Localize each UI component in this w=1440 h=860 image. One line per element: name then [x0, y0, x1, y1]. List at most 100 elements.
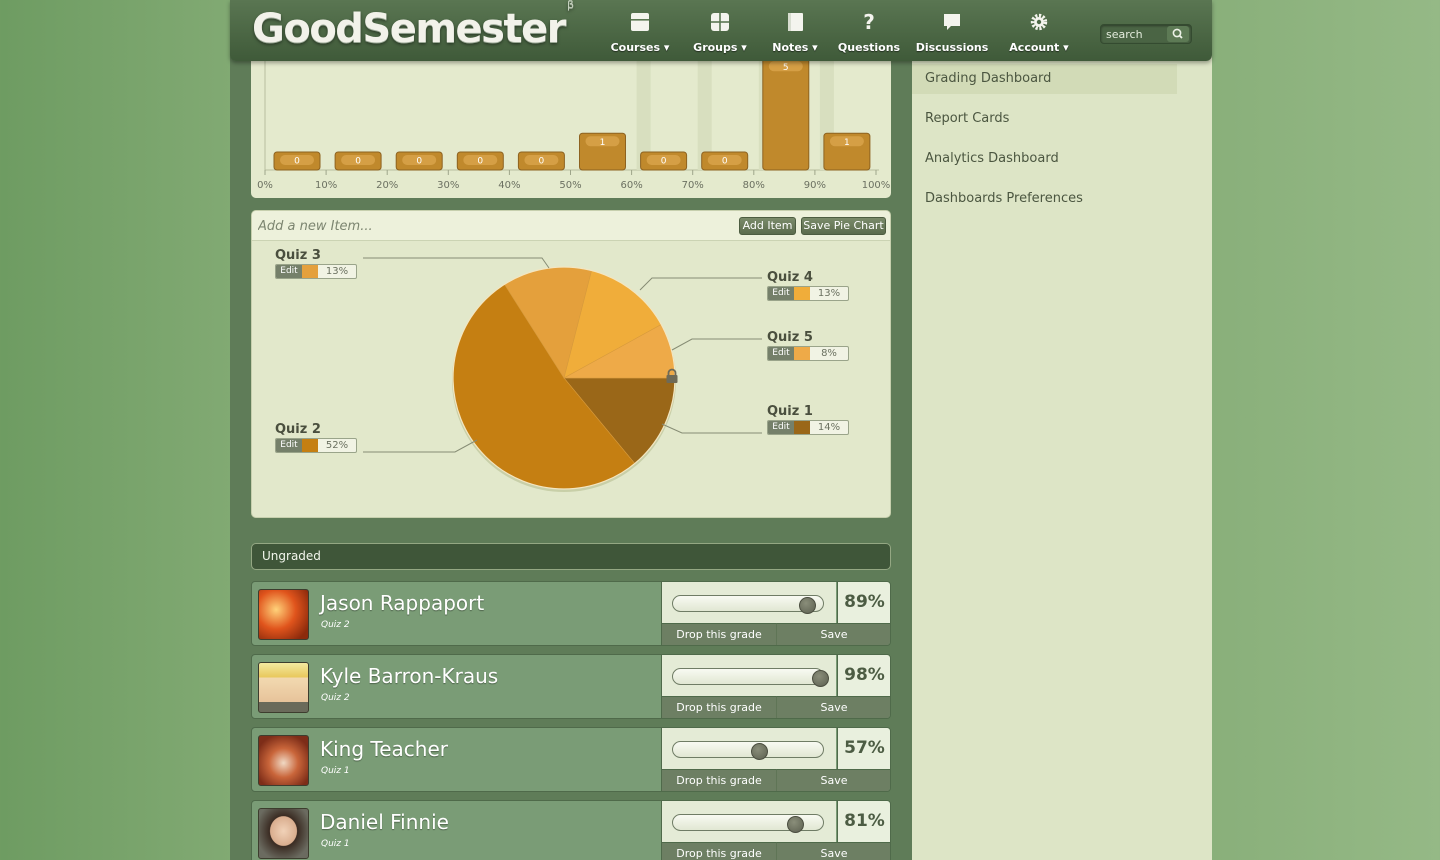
drop-grade-button[interactable]: Drop this grade [661, 623, 776, 645]
color-swatch[interactable] [302, 265, 318, 278]
drop-grade-button[interactable]: Drop this grade [661, 696, 776, 718]
chevron-down-icon: ▾ [812, 41, 818, 54]
nav-account-label: Account [1009, 41, 1060, 54]
grade-slider[interactable] [672, 814, 824, 833]
pie-label-pct: 13% [325, 266, 349, 277]
sidebar-item-analytics-dashboard[interactable]: Analytics Dashboard [912, 144, 1177, 174]
notes-icon [788, 13, 803, 31]
student-row: Kyle Barron-Kraus Quiz 2 98% Drop this g… [251, 654, 891, 719]
sidebar-item-report-cards[interactable]: Report Cards [912, 104, 1177, 134]
pie-label-pct: 14% [817, 422, 841, 433]
chevron-down-icon: ▾ [663, 41, 670, 54]
nav-discussions[interactable]: Discussions [908, 8, 996, 54]
color-swatch[interactable] [794, 287, 810, 300]
slider-handle[interactable] [750, 743, 768, 760]
grade-percent: 81% [837, 801, 890, 842]
grade-slider[interactable] [672, 741, 824, 760]
sidebar-item-grading-dashboard[interactable]: Grading Dashboard [912, 64, 1177, 94]
student-name[interactable]: Kyle Barron-Kraus [320, 664, 498, 688]
bar-value-label: 0 [661, 157, 667, 167]
color-swatch[interactable] [794, 347, 810, 360]
quiz-name: Quiz 2 [321, 620, 350, 630]
bar-value-label: 1 [600, 138, 606, 148]
new-item-input[interactable] [258, 217, 558, 235]
lock-icon[interactable] [665, 368, 679, 384]
color-swatch[interactable] [794, 421, 810, 434]
student-name[interactable]: Jason Rappaport [320, 591, 484, 615]
student-name[interactable]: Daniel Finnie [320, 810, 449, 834]
pie-label-quiz-2: Quiz 2 Edit 52% [275, 422, 357, 453]
pie-label-pct: 13% [817, 288, 841, 299]
avatar [258, 808, 309, 859]
save-button[interactable]: Save [776, 769, 890, 791]
logo-text: GoodSemester [252, 6, 566, 52]
ungraded-header: Ungraded [251, 543, 891, 570]
pie-leader-line [639, 277, 762, 291]
x-tick-label: 40% [498, 180, 520, 191]
quiz-name: Quiz 1 [321, 766, 350, 776]
grade-distribution-chart: 0% 10% 20% 30% 40% 50% 60% 70% 80% 90% 100% 0 0 0 0 0 1 0… [251, 50, 891, 198]
beta-badge: β [566, 0, 574, 11]
grade-slider[interactable] [672, 595, 824, 614]
pie-chart-panel: Add Item Save Pie Chart Quiz 3 Edit 13% Q… [251, 210, 891, 518]
search-input[interactable] [1101, 25, 1169, 43]
save-button[interactable]: Save [776, 696, 890, 718]
edit-button[interactable]: Edit [276, 265, 302, 278]
student-row: Daniel Finnie Quiz 1 81% Drop this grade… [251, 800, 891, 860]
nav-questions-label: Questions [837, 41, 901, 54]
avatar [258, 589, 309, 640]
save-pie-chart-button[interactable]: Save Pie Chart [801, 217, 886, 235]
search-button[interactable] [1167, 26, 1189, 42]
student-row: Jason Rappaport Quiz 2 89% Drop this gra… [251, 581, 891, 646]
student-row: King Teacher Quiz 1 57% Drop this grade … [251, 727, 891, 792]
quiz-name: Quiz 1 [321, 839, 350, 849]
pie-label-name: Quiz 4 [767, 270, 813, 285]
discussions-icon [944, 14, 960, 30]
bar-value-label: 0 [355, 157, 361, 167]
drop-grade-button[interactable]: Drop this grade [661, 842, 776, 860]
slider-handle[interactable] [812, 670, 829, 687]
edit-button[interactable]: Edit [768, 421, 794, 434]
x-tick-label: 100% [862, 180, 891, 191]
add-item-button[interactable]: Add Item [739, 217, 796, 235]
nav-notes[interactable]: Notes ▾ [760, 8, 830, 54]
x-tick-label: 30% [437, 180, 459, 191]
slider-handle[interactable] [798, 597, 816, 614]
pie-label-name: Quiz 1 [767, 404, 813, 419]
gear-icon [1030, 13, 1048, 31]
nav-courses-label: Courses [610, 41, 661, 54]
bar-chart-svg: 0% 10% 20% 30% 40% 50% 60% 70% 80% 90% 100% 0 0 0 0 0 1 0… [257, 50, 891, 191]
slider-handle[interactable] [786, 816, 804, 833]
grade-slider-box [661, 801, 836, 842]
nav-questions[interactable]: ? Questions [830, 8, 908, 54]
edit-button[interactable]: Edit [768, 287, 794, 300]
grade-slider[interactable] [672, 668, 829, 687]
avatar [258, 735, 309, 786]
nav-courses[interactable]: Courses ▾ [600, 8, 680, 54]
nav-groups-label: Groups [693, 41, 738, 54]
chevron-down-icon: ▾ [741, 41, 747, 54]
question-icon: ? [863, 10, 875, 34]
grade-percent: 57% [837, 728, 890, 769]
nav-groups[interactable]: Groups ▾ [680, 8, 760, 54]
bar-value-label: 0 [294, 157, 300, 167]
bar [762, 57, 810, 171]
edit-button[interactable]: Edit [768, 347, 794, 360]
color-swatch[interactable] [302, 439, 318, 452]
student-name[interactable]: King Teacher [320, 737, 448, 761]
x-tick-label: 70% [682, 180, 704, 191]
save-button[interactable]: Save [776, 842, 890, 860]
x-tick-label: 10% [315, 180, 337, 191]
x-tick-label: 60% [620, 180, 642, 191]
x-tick-label: 0% [257, 180, 273, 191]
bar-value-label: 0 [539, 157, 545, 167]
sidebar-item-dashboards-preferences[interactable]: Dashboards Preferences [912, 184, 1177, 214]
edit-button[interactable]: Edit [276, 439, 302, 452]
grade-slider-box [661, 655, 836, 696]
bar-value-label: 1 [844, 138, 850, 148]
save-button[interactable]: Save [776, 623, 890, 645]
drop-grade-button[interactable]: Drop this grade [661, 769, 776, 791]
logo[interactable]: GoodSemesterβ [252, 0, 574, 52]
nav-account[interactable]: Account ▾ [996, 8, 1082, 54]
quiz-name: Quiz 2 [321, 693, 350, 703]
